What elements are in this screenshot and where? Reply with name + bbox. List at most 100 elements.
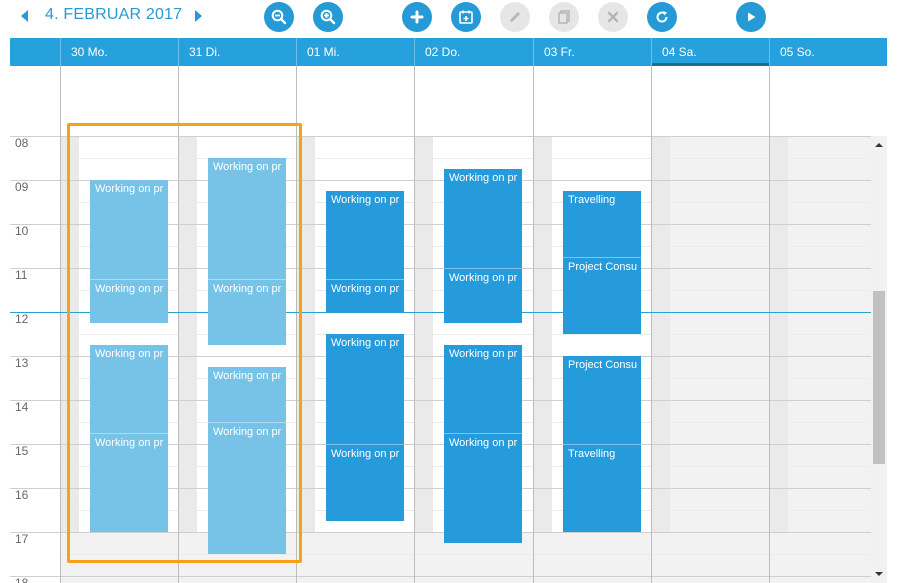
half-hour-line bbox=[60, 334, 871, 335]
day-header-row: 30 Mo. 31 Di. 01 Mi. 02 Do. 03 Fr. 04 Sa. 05 S… bbox=[10, 38, 887, 66]
add-event-button[interactable] bbox=[451, 2, 481, 32]
event-title: Project Consu bbox=[563, 257, 641, 273]
hour-line bbox=[10, 136, 871, 137]
delete-button[interactable] bbox=[598, 2, 628, 32]
calendar-add-icon bbox=[459, 10, 473, 24]
scrollbar-thumb[interactable] bbox=[873, 291, 885, 464]
refresh-button[interactable] bbox=[647, 2, 677, 32]
all-day-divider bbox=[178, 66, 179, 136]
calendar-event[interactable]: Working on pr Working on pr bbox=[208, 158, 286, 345]
calendar-event[interactable]: Working on pr Working on pr bbox=[326, 191, 404, 312]
zoom-out-button[interactable] bbox=[264, 2, 294, 32]
play-icon bbox=[748, 12, 756, 22]
event-title: Working on pr bbox=[95, 183, 164, 195]
zoom-in-button[interactable] bbox=[313, 2, 343, 32]
plus-icon bbox=[410, 10, 424, 24]
scroll-down-icon[interactable] bbox=[871, 567, 887, 581]
day-header-3[interactable]: 02 Do. bbox=[414, 38, 533, 66]
event-title: Travelling bbox=[563, 444, 641, 460]
pencil-icon bbox=[510, 12, 520, 22]
chevron-right-icon[interactable] bbox=[192, 9, 204, 23]
calendar-event[interactable]: Working on pr Working on pr bbox=[90, 345, 168, 532]
hour-label: 18 bbox=[15, 576, 29, 583]
calendar-event[interactable]: Working on pr Working on pr bbox=[90, 180, 168, 323]
calendar-event[interactable]: Working on pr Working on pr bbox=[208, 367, 286, 554]
day-header-5[interactable]: 04 Sa. bbox=[651, 38, 769, 66]
zoom-in-icon bbox=[320, 9, 336, 25]
hour-label: 13 bbox=[15, 356, 29, 370]
hour-label: 11 bbox=[15, 268, 28, 282]
scroll-up-icon[interactable] bbox=[871, 138, 887, 152]
day-header-1[interactable]: 31 Di. bbox=[178, 38, 296, 66]
time-grid[interactable]: 08 09 10 11 12 13 14 15 16 17 18 Working on pr Worki… bbox=[10, 136, 871, 583]
day-header-4[interactable]: 03 Fr. bbox=[533, 38, 651, 66]
event-title: Working on pr bbox=[213, 370, 282, 382]
off-hours-strip bbox=[652, 136, 670, 583]
off-hours-strip bbox=[179, 136, 197, 583]
day-divider bbox=[769, 136, 770, 583]
hour-label: 10 bbox=[15, 224, 29, 238]
edit-button[interactable] bbox=[500, 2, 530, 32]
weekend-shade bbox=[670, 136, 769, 583]
hour-label: 08 bbox=[15, 136, 29, 150]
off-hours-strip bbox=[61, 136, 79, 583]
day-divider bbox=[533, 136, 534, 583]
day-header-2[interactable]: 01 Mi. bbox=[296, 38, 414, 66]
calendar-event[interactable]: Travelling Project Consu bbox=[563, 191, 641, 334]
vertical-scrollbar[interactable] bbox=[871, 136, 887, 583]
hour-label: 15 bbox=[15, 444, 29, 458]
event-title: Working on pr bbox=[90, 433, 168, 449]
refresh-icon bbox=[656, 11, 668, 23]
hour-line bbox=[10, 532, 871, 533]
half-hour-line bbox=[60, 554, 871, 555]
event-title: Working on pr bbox=[331, 194, 400, 206]
day-divider bbox=[178, 136, 179, 583]
all-day-divider bbox=[651, 66, 652, 136]
hour-label: 14 bbox=[15, 400, 29, 414]
chevron-left-icon[interactable] bbox=[19, 9, 31, 23]
event-title: Working on pr bbox=[208, 422, 286, 438]
day-divider bbox=[296, 136, 297, 583]
all-day-divider bbox=[769, 66, 770, 136]
calendar-event[interactable]: Working on pr Working on pr bbox=[326, 334, 404, 521]
hour-label: 12 bbox=[15, 312, 29, 326]
event-title: Working on pr bbox=[326, 444, 404, 460]
event-title: Working on pr bbox=[449, 172, 518, 184]
calendar-event[interactable]: Working on pr Working on pr bbox=[444, 169, 522, 323]
event-title: Working on pr bbox=[326, 279, 404, 295]
day-header-6[interactable]: 05 So. bbox=[769, 38, 887, 66]
all-day-divider bbox=[533, 66, 534, 136]
all-day-area[interactable] bbox=[10, 66, 887, 136]
off-hours-strip bbox=[770, 136, 788, 583]
all-day-divider bbox=[60, 66, 61, 136]
event-title: Working on pr bbox=[444, 433, 522, 449]
half-hour-line bbox=[60, 158, 871, 159]
zoom-out-icon bbox=[271, 9, 287, 25]
weekend-shade bbox=[788, 136, 871, 583]
current-date-label[interactable]: 4. FEBRUAR 2017 bbox=[45, 6, 182, 24]
event-title: Working on pr bbox=[213, 161, 282, 173]
hour-label: 09 bbox=[15, 180, 29, 194]
hour-line bbox=[10, 576, 871, 577]
close-icon bbox=[607, 11, 619, 23]
copy-button[interactable] bbox=[549, 2, 579, 32]
play-button[interactable] bbox=[736, 2, 766, 32]
add-button[interactable] bbox=[402, 2, 432, 32]
copy-icon bbox=[558, 10, 570, 24]
calendar-event[interactable]: Project Consu Travelling bbox=[563, 356, 641, 532]
day-header-0[interactable]: 30 Mo. bbox=[60, 38, 178, 66]
calendar-toolbar: 4. FEBRUAR 2017 bbox=[0, 0, 901, 36]
event-title: Working on pr bbox=[208, 279, 286, 295]
all-day-divider bbox=[414, 66, 415, 136]
event-title: Working on pr bbox=[95, 348, 164, 360]
hour-label: 16 bbox=[15, 488, 29, 502]
hour-label: 17 bbox=[15, 532, 29, 546]
off-hours-strip bbox=[534, 136, 552, 583]
event-title: Working on pr bbox=[444, 268, 522, 284]
off-hours-strip bbox=[297, 136, 315, 583]
day-divider bbox=[414, 136, 415, 583]
event-title: Travelling bbox=[568, 194, 616, 206]
day-divider bbox=[60, 136, 61, 583]
event-title: Working on pr bbox=[449, 348, 518, 360]
calendar-event[interactable]: Working on pr Working on pr bbox=[444, 345, 522, 543]
